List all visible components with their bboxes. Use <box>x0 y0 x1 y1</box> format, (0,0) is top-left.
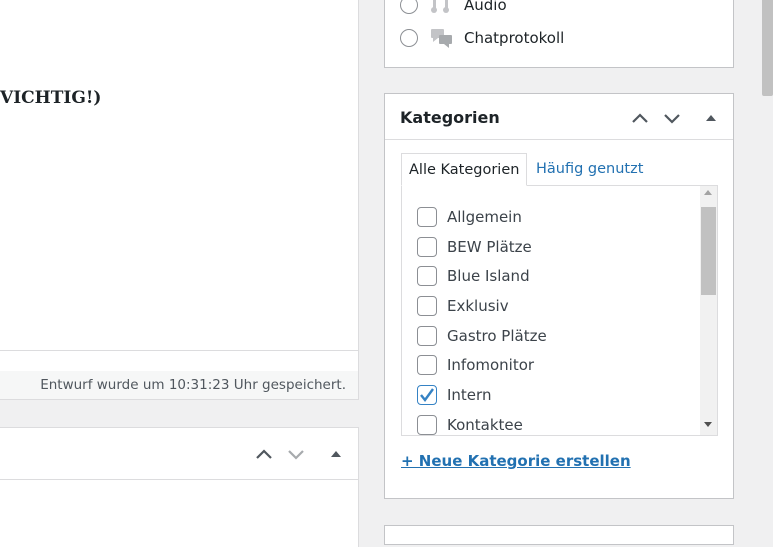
toggle-panel-button[interactable] <box>324 442 348 466</box>
format-box: Audio Chatprotokoll <box>384 0 734 68</box>
move-up-button[interactable] <box>252 442 276 466</box>
chevron-up-icon <box>256 449 272 459</box>
format-option-chat[interactable]: Chatprotokoll <box>400 27 564 49</box>
format-label-audio: Audio <box>464 0 507 14</box>
toggle-panel-button[interactable] <box>699 106 723 130</box>
category-checkbox[interactable] <box>417 296 437 316</box>
format-label-chat: Chatprotokoll <box>464 29 565 47</box>
category-checkbox[interactable] <box>417 355 437 375</box>
meta-box <box>0 427 359 547</box>
page-scrollbar[interactable] <box>760 0 773 534</box>
chat-icon <box>430 28 454 48</box>
next-meta-box <box>384 525 734 545</box>
move-down-button[interactable] <box>660 106 684 130</box>
content-heading: VICHTIG!) <box>0 88 102 108</box>
editor-path-bar <box>0 350 359 372</box>
chevron-down-icon <box>664 114 680 124</box>
radio-audio[interactable] <box>400 0 418 14</box>
category-label: Intern <box>447 386 492 404</box>
category-checkbox[interactable] <box>417 415 437 435</box>
category-item[interactable]: Intern <box>417 384 491 406</box>
category-list-scrollbar[interactable] <box>700 186 717 435</box>
category-item[interactable]: Blue Island <box>417 265 530 287</box>
category-checkbox[interactable] <box>417 207 437 227</box>
audio-icon <box>430 0 454 15</box>
category-checkbox[interactable] <box>417 266 437 286</box>
format-option-audio[interactable]: Audio <box>400 0 507 16</box>
category-item[interactable]: BEW Plätze <box>417 236 532 258</box>
tab-popular-categories[interactable]: Häufig genutzt <box>536 153 643 186</box>
post-editor-content[interactable]: VICHTIG!) <box>0 0 359 351</box>
category-label: Exklusiv <box>447 297 509 315</box>
category-item[interactable]: Kontaktee <box>417 414 523 435</box>
editor-statusbar: Entwurf wurde um 10:31:23 Uhr gespeicher… <box>0 371 359 400</box>
add-new-category-link[interactable]: + Neue Kategorie erstellen <box>401 452 631 470</box>
category-item[interactable]: Exklusiv <box>417 295 509 317</box>
scrollbar-thumb[interactable] <box>701 207 716 295</box>
categories-header: Kategorien <box>385 94 733 140</box>
category-checkbox[interactable] <box>417 237 437 257</box>
scroll-up-arrow-icon[interactable] <box>704 190 712 195</box>
categories-title: Kategorien <box>400 108 500 127</box>
category-label: Kontaktee <box>447 416 523 434</box>
category-checklist[interactable]: Allgemein BEW Plätze Blue Island Exklusi… <box>401 185 718 436</box>
category-label: Gastro Plätze <box>447 327 547 345</box>
category-label: Infomonitor <box>447 356 535 374</box>
checkmark-icon <box>420 388 434 402</box>
page-scrollbar-thumb[interactable] <box>762 0 773 96</box>
category-label: BEW Plätze <box>447 238 532 256</box>
category-label: Blue Island <box>447 267 530 285</box>
radio-chat[interactable] <box>400 29 418 47</box>
triangle-up-icon <box>706 115 716 121</box>
category-item[interactable]: Gastro Plätze <box>417 325 547 347</box>
categories-box: Kategorien Alle Kategorien Häufig genutz… <box>384 93 734 499</box>
meta-box-header <box>0 428 358 480</box>
category-checkbox[interactable] <box>417 326 437 346</box>
chevron-down-icon <box>288 450 304 460</box>
autosave-status: Entwurf wurde um 10:31:23 Uhr gespeicher… <box>40 377 346 393</box>
category-label: Allgemein <box>447 208 522 226</box>
triangle-up-icon <box>331 451 341 457</box>
move-up-button[interactable] <box>628 106 652 130</box>
category-checkbox-checked[interactable] <box>417 385 437 405</box>
category-item[interactable]: Allgemein <box>417 206 522 228</box>
tab-all-categories[interactable]: Alle Kategorien <box>401 153 528 186</box>
move-down-button[interactable] <box>284 442 308 466</box>
scroll-down-arrow-icon[interactable] <box>704 422 712 427</box>
category-item[interactable]: Infomonitor <box>417 354 534 376</box>
chevron-up-icon <box>632 113 648 123</box>
